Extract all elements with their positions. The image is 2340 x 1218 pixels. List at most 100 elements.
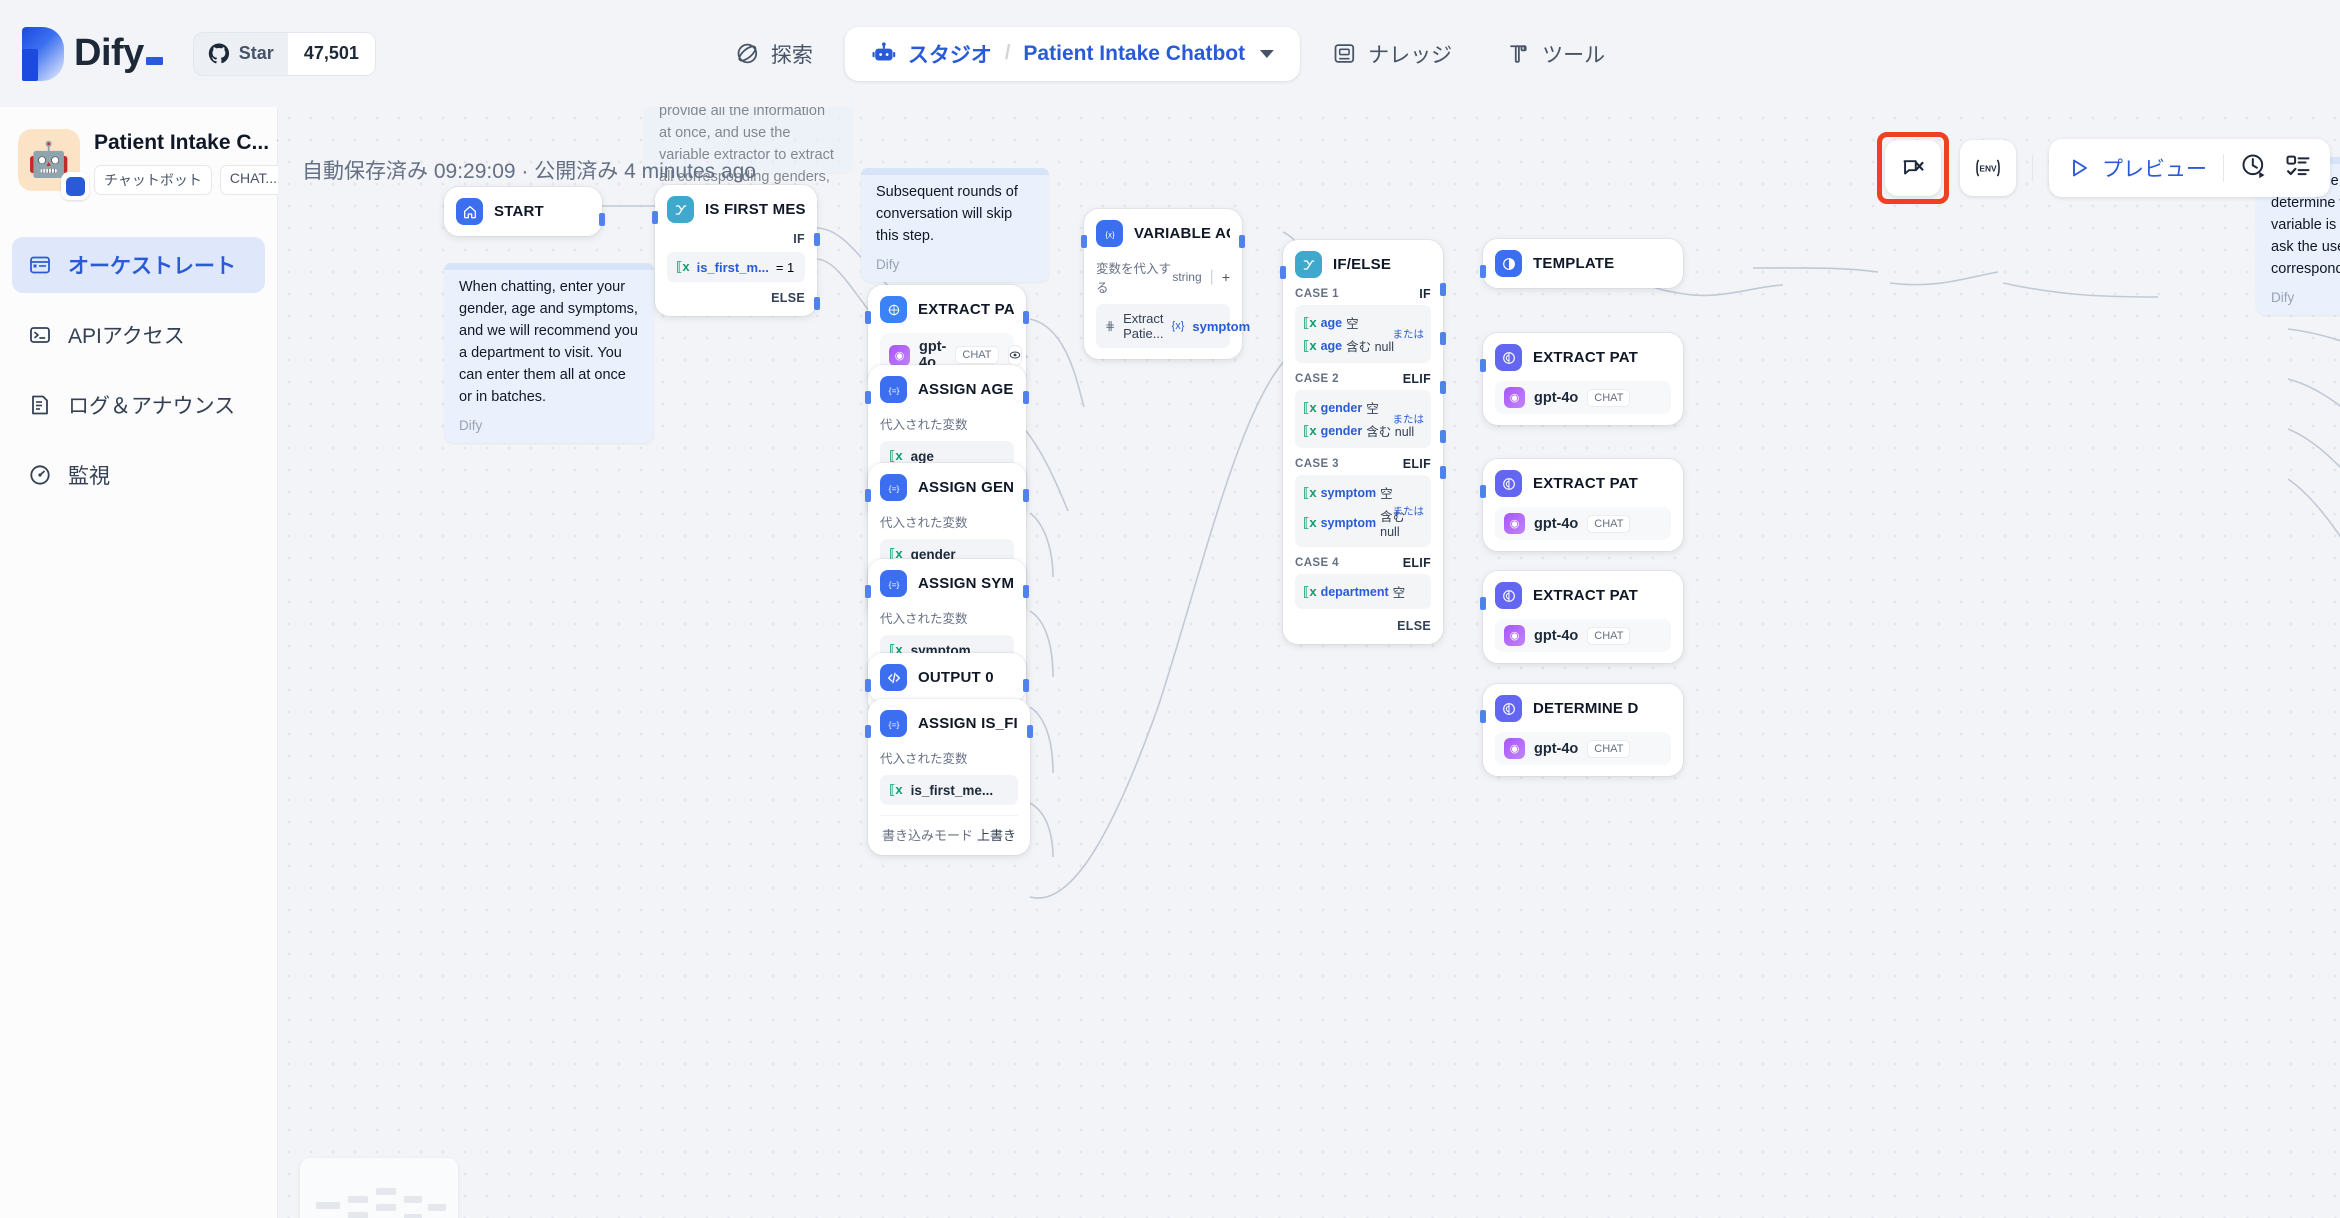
node-assign-gender-output-port[interactable]: [1023, 489, 1029, 502]
preview-button[interactable]: プレビュー: [2067, 153, 2207, 183]
variable-icon: ⟦x: [1303, 514, 1317, 530]
node-assign-age-input-port[interactable]: [865, 391, 871, 404]
case-4-conditions[interactable]: ⟦x department 空: [1295, 574, 1431, 609]
case-3-branch: ELIF: [1402, 457, 1431, 471]
node-start-output-port[interactable]: [599, 213, 605, 226]
node-assign-is-first-output-port[interactable]: [1027, 725, 1033, 738]
env-button[interactable]: ENV: [1960, 140, 2016, 196]
node-assign-age-output-port[interactable]: [1023, 391, 1029, 404]
node-determine-department[interactable]: DETERMINE D ◉ gpt-4o CHAT: [1480, 684, 1683, 776]
node-extract-pat-3[interactable]: EXTRACT PAT ◉ gpt-4o CHAT: [1480, 571, 1683, 663]
checklist-button[interactable]: [2284, 152, 2312, 185]
node-extract-pat-2-input-port[interactable]: [1480, 485, 1486, 498]
sidebar-item-logs[interactable]: ログ＆アナウンス: [12, 377, 265, 433]
node-is-first-message-input-port[interactable]: [652, 211, 658, 224]
nav-knowledge[interactable]: ナレッジ: [1310, 27, 1474, 81]
node-if-else[interactable]: IF/ELSE CASE 1 IF ⟦x age 空 ⟦x age 含む null または…: [1280, 240, 1446, 644]
canvas-minimap[interactable]: [300, 1158, 458, 1218]
node-aggregator-source-row[interactable]: ⋕ Extract Patie... {x} symptom: [1096, 304, 1250, 348]
node-else-output-port[interactable]: [814, 297, 820, 310]
node-start[interactable]: START: [444, 187, 605, 236]
case-1-conditions[interactable]: ⟦x age 空 ⟦x age 含む null または: [1295, 305, 1431, 363]
svg-text:{=}: {=}: [888, 385, 899, 395]
node-aggregator-output-port[interactable]: [1239, 235, 1245, 248]
node-extract-pat-2-model-row[interactable]: ◉ gpt-4o CHAT: [1495, 507, 1671, 540]
node-output-0[interactable]: OUTPUT 0: [865, 653, 1029, 702]
chevron-down-icon[interactable]: [1260, 49, 1275, 58]
node-extract-pat-1-input-port[interactable]: [1480, 359, 1486, 372]
case-4-label: CASE 4: [1295, 557, 1339, 569]
run-history-button[interactable]: [2240, 152, 2268, 185]
node-if-else-input-port[interactable]: [1280, 266, 1286, 279]
note-chatting[interactable]: When chatting, enter your gender, age an…: [444, 263, 654, 444]
nav-tools[interactable]: ツール: [1484, 27, 1627, 81]
node-assign-gender-input-port[interactable]: [865, 489, 871, 502]
tools-icon: [1510, 45, 1527, 63]
case-4-branch: ELIF: [1402, 556, 1431, 570]
branch-icon: [667, 196, 694, 223]
node-template[interactable]: TEMPLATE: [1480, 239, 1683, 288]
orchestrate-icon: [27, 252, 53, 278]
node-if-output-port[interactable]: [814, 233, 820, 246]
node-extract-pat-2-model-type: CHAT: [1587, 514, 1631, 533]
sidebar-item-api-access[interactable]: APIアクセス: [12, 307, 265, 363]
if-else-case-4-port[interactable]: [1440, 430, 1446, 443]
sidebar-item-orchestrate[interactable]: オーケストレート: [12, 237, 265, 293]
node-extract-pat-1[interactable]: EXTRACT PAT ◉ gpt-4o CHAT: [1480, 333, 1683, 425]
node-determine-department-input-port[interactable]: [1480, 710, 1486, 723]
svg-text:{=}: {=}: [888, 719, 899, 729]
nav-studio[interactable]: スタジオ / Patient Intake Chatbot: [844, 26, 1301, 81]
case-4-cond-1-var: department: [1320, 584, 1389, 599]
node-assign-age-title: ASSIGN AGE: [918, 381, 1014, 398]
aggregator-icon: {x}: [1096, 220, 1123, 247]
branch-icon: [1295, 251, 1322, 278]
node-is-first-message[interactable]: IS FIRST MESSAGE? IF ⟦x is_first_m... = …: [652, 185, 820, 316]
case-2-conditions[interactable]: ⟦x gender 空 ⟦x gender 含む null または: [1295, 390, 1431, 448]
node-aggregator-source-node: Extract Patie...: [1123, 311, 1164, 341]
github-star-button[interactable]: Star 47,501: [192, 31, 376, 76]
chat-variable-button[interactable]: [1885, 140, 1941, 196]
node-output-0-input-port[interactable]: [865, 679, 871, 692]
case-3-conditions[interactable]: ⟦x symptom 空 ⟦x symptom 含む null または: [1295, 475, 1431, 547]
case-4-cond-1-op: 空: [1392, 586, 1406, 600]
node-extract-pat-2[interactable]: EXTRACT PAT ◉ gpt-4o CHAT: [1480, 459, 1683, 551]
llm-icon: [1495, 582, 1522, 609]
node-template-input-port[interactable]: [1480, 265, 1486, 278]
node-extract-pat-2-model: gpt-4o: [1534, 515, 1579, 532]
note-subsequent[interactable]: Subsequent rounds of conversation will s…: [861, 168, 1049, 283]
node-extract-patient-info-title: EXTRACT PATIENT INFO: [918, 301, 1014, 318]
env-icon: ENV: [1976, 159, 2000, 177]
app-type-badge: [61, 172, 89, 200]
node-assign-symptoms-input-port[interactable]: [865, 585, 871, 598]
nav-studio-label: スタジオ: [907, 43, 992, 67]
node-condition-variable: is_first_m...: [696, 259, 769, 275]
node-output-0-output-port[interactable]: [1023, 679, 1029, 692]
if-else-case-1-port[interactable]: [1440, 283, 1446, 296]
sidebar-item-monitor[interactable]: 監視: [12, 447, 265, 503]
node-extract-patient-info-input-port[interactable]: [865, 311, 871, 324]
dify-logo[interactable]: Dify: [22, 26, 163, 81]
svg-text:{x}: {x}: [1105, 230, 1115, 239]
node-extract-patient-info-output-port[interactable]: [1023, 311, 1029, 324]
node-determine-department-model-row[interactable]: ◉ gpt-4o CHAT: [1495, 732, 1671, 765]
node-extract-pat-3-model-row[interactable]: ◉ gpt-4o CHAT: [1495, 619, 1671, 652]
node-assign-symptoms-output-port[interactable]: [1023, 585, 1029, 598]
nav-explore[interactable]: 探索: [713, 27, 835, 81]
node-assign-is-first-input-port[interactable]: [865, 725, 871, 738]
api-terminal-icon: [27, 322, 53, 348]
workflow-canvas[interactable]: 自動保存済み 09:29:09 · 公開済み 4 minutes ago ENV…: [278, 107, 2340, 1218]
node-extract-pat-3-input-port[interactable]: [1480, 597, 1486, 610]
node-variable-aggregator[interactable]: {x} VARIABLE AGGREGATOR 変数を代入する string |…: [1081, 209, 1250, 359]
node-aggregator-add-button[interactable]: +: [1222, 269, 1230, 285]
node-assign-is-first-variable-chip[interactable]: ⟦x is_first_me...: [880, 775, 1018, 805]
openai-icon: ◉: [1504, 387, 1525, 408]
eye-icon[interactable]: [1007, 344, 1022, 366]
if-else-case-3-port[interactable]: [1440, 381, 1446, 394]
if-else-else-port[interactable]: [1440, 466, 1446, 479]
node-extract-pat-1-model-row[interactable]: ◉ gpt-4o CHAT: [1495, 381, 1671, 414]
node-assign-is-first-message[interactable]: {=} ASSIGN IS_FIRST_MESSA... 代入された変数 ⟦x …: [865, 699, 1033, 855]
if-else-case-2-port[interactable]: [1440, 332, 1446, 345]
node-determine-department-title: DETERMINE D: [1533, 700, 1639, 717]
app-avatar: 🤖: [18, 129, 89, 200]
node-aggregator-input-port[interactable]: [1081, 235, 1087, 248]
